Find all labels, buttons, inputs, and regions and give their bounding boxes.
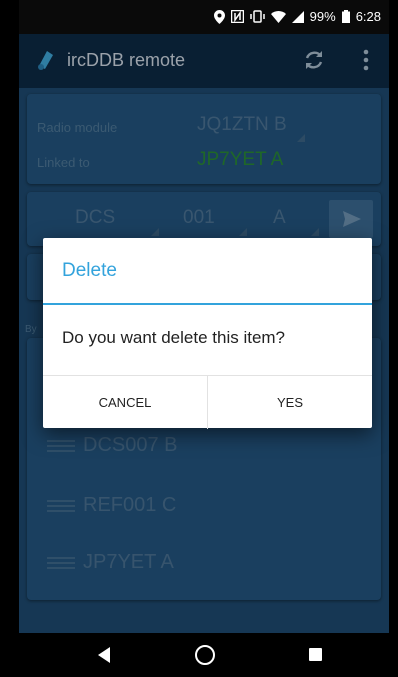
navigation-bar — [19, 633, 389, 677]
status-bar: 99% 6:28 — [19, 0, 389, 34]
cancel-button[interactable]: CANCEL — [43, 376, 208, 429]
back-icon[interactable] — [98, 647, 110, 663]
delete-dialog: Delete Do you want delete this item? CAN… — [43, 238, 372, 429]
status-icons: 99% 6:28 — [213, 9, 381, 24]
wifi-icon — [270, 10, 286, 23]
battery-percent: 99% — [309, 9, 336, 24]
yes-button[interactable]: YES — [208, 376, 372, 429]
signal-icon — [291, 10, 304, 23]
clock: 6:28 — [355, 9, 381, 24]
dialog-button-bar: CANCEL YES — [43, 375, 372, 429]
dialog-title: Delete — [62, 260, 117, 281]
vibrate-icon — [249, 10, 265, 23]
home-icon[interactable] — [195, 645, 215, 665]
dialog-message: Do you want delete this item? — [62, 328, 286, 347]
battery-icon — [341, 10, 350, 23]
nfc-icon — [230, 10, 244, 23]
dialog-divider — [43, 303, 372, 305]
recent-apps-icon[interactable] — [309, 648, 322, 661]
location-icon — [213, 9, 225, 24]
